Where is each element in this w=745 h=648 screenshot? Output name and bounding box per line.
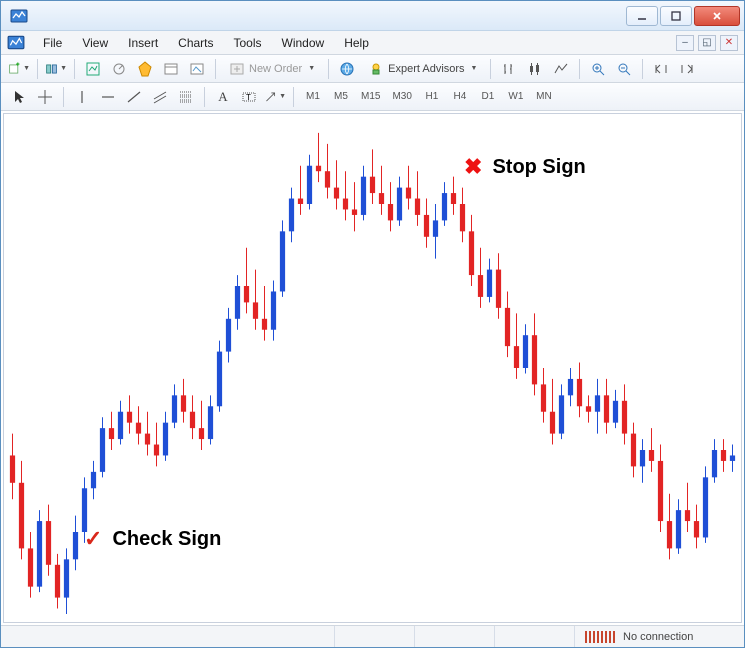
bar-chart-button[interactable] — [497, 58, 521, 80]
annotation-stop-text: Stop Sign — [492, 156, 585, 179]
strategy-tester-button[interactable] — [185, 58, 209, 80]
expert-advisors-label: Expert Advisors — [388, 63, 464, 75]
expert-advisors-button[interactable]: Expert Advisors▼ — [361, 58, 484, 80]
title-bar — [1, 1, 744, 31]
crosshair-button[interactable] — [33, 86, 57, 108]
trendline-button[interactable] — [122, 86, 146, 108]
window-minimize-button[interactable] — [626, 6, 658, 26]
meta-quotes-button[interactable] — [335, 58, 359, 80]
menu-view[interactable]: View — [72, 33, 118, 53]
mdi-restore-button[interactable]: ◱ — [698, 35, 716, 51]
horizontal-line-button[interactable] — [96, 86, 120, 108]
toolbar-drawing: A T ▼ M1 M5 M15 M30 H1 H4 D1 W1 MN — [1, 83, 744, 111]
connection-bars-icon — [585, 631, 615, 643]
channel-button[interactable] — [148, 86, 172, 108]
check-icon: ✓ — [84, 526, 102, 552]
timeframe-m15[interactable]: M15 — [356, 87, 385, 107]
new-order-label: New Order — [249, 63, 302, 75]
cross-icon: ✖ — [464, 154, 482, 180]
mdi-minimize-button[interactable]: – — [676, 35, 694, 51]
app-icon — [9, 6, 29, 26]
chart-shift-button[interactable] — [675, 58, 699, 80]
timeframe-mn[interactable]: MN — [531, 87, 557, 107]
zoom-in-button[interactable] — [586, 58, 610, 80]
toolbar-main: ▼ ▼ New Order▼ E — [1, 55, 744, 83]
cursor-button[interactable] — [7, 86, 31, 108]
annotation-check: ✓ Check Sign — [84, 526, 221, 552]
menu-tools[interactable]: Tools — [224, 33, 272, 53]
chart-panel[interactable]: ✖ Stop Sign ✓ Check Sign — [3, 113, 742, 623]
status-connection: No connection — [574, 626, 744, 647]
text-tool-button[interactable]: A — [211, 86, 235, 108]
menu-help[interactable]: Help — [334, 33, 379, 53]
timeframe-w1[interactable]: W1 — [503, 87, 529, 107]
annotation-check-text: Check Sign — [112, 528, 221, 551]
vertical-line-button[interactable] — [70, 86, 94, 108]
app-window: File View Insert Charts Tools Window Hel… — [0, 0, 745, 648]
menu-file[interactable]: File — [33, 33, 72, 53]
timeframe-h4[interactable]: H4 — [447, 87, 473, 107]
mdi-close-button[interactable]: ✕ — [720, 35, 738, 51]
data-window-button[interactable] — [133, 58, 157, 80]
timeframe-d1[interactable]: D1 — [475, 87, 501, 107]
arrows-button[interactable]: ▼ — [263, 86, 287, 108]
terminal-button[interactable] — [159, 58, 183, 80]
status-seg-2 — [414, 626, 494, 647]
status-seg-1 — [334, 626, 414, 647]
new-chart-button[interactable]: ▼ — [7, 58, 31, 80]
status-bar: No connection — [1, 625, 744, 647]
connection-text: No connection — [623, 631, 693, 643]
menu-window[interactable]: Window — [272, 33, 335, 53]
candle-chart-button[interactable] — [523, 58, 547, 80]
navigator-button[interactable] — [107, 58, 131, 80]
timeframe-h1[interactable]: H1 — [419, 87, 445, 107]
menu-insert[interactable]: Insert — [118, 33, 168, 53]
timeframe-m1[interactable]: M1 — [300, 87, 326, 107]
fibonacci-button[interactable] — [174, 86, 198, 108]
line-chart-button[interactable] — [549, 58, 573, 80]
status-help — [1, 626, 334, 647]
market-watch-button[interactable] — [81, 58, 105, 80]
auto-scroll-button[interactable] — [649, 58, 673, 80]
window-maximize-button[interactable] — [660, 6, 692, 26]
window-close-button[interactable] — [694, 6, 740, 26]
timeframe-m5[interactable]: M5 — [328, 87, 354, 107]
status-seg-3 — [494, 626, 574, 647]
svg-text:T: T — [246, 93, 251, 102]
menu-bar: File View Insert Charts Tools Window Hel… — [1, 31, 744, 55]
text-label-button[interactable]: T — [237, 86, 261, 108]
app-small-icon — [7, 34, 25, 52]
new-order-button[interactable]: New Order▼ — [222, 58, 322, 80]
annotation-stop: ✖ Stop Sign — [464, 154, 586, 180]
profiles-button[interactable]: ▼ — [44, 58, 68, 80]
menu-charts[interactable]: Charts — [168, 33, 223, 53]
zoom-out-button[interactable] — [612, 58, 636, 80]
timeframe-m30[interactable]: M30 — [387, 87, 416, 107]
